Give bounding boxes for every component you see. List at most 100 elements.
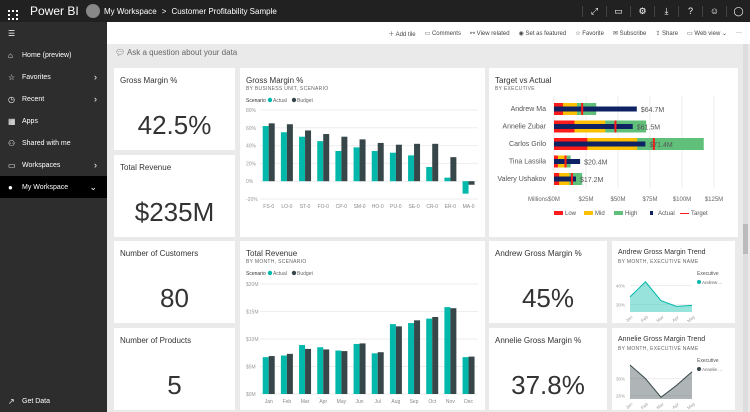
subscribe-button[interactable]: ✉ Subscribe	[613, 30, 646, 37]
bar-actual	[353, 147, 360, 182]
sidebar-item-workspaces[interactable]: ▭ Workspaces ›	[0, 154, 107, 176]
avatar[interactable]	[86, 4, 100, 18]
tile-gm-chart[interactable]: Gross Margin % BY BUSINESS UNIT, SCENARIO…	[240, 68, 485, 237]
download-icon[interactable]: ⤓	[654, 5, 678, 17]
sidebar-item-recent[interactable]: ◷ Recent ›	[0, 88, 107, 110]
qa-input[interactable]: 💬︎ Ask a question about your data	[115, 48, 237, 57]
tile-andrew-gm[interactable]: Andrew Gross Margin % 45%	[489, 241, 607, 323]
bar-budget	[468, 181, 475, 185]
chevron-down-icon[interactable]: ⌄	[89, 182, 97, 193]
x-tick-label: Jun	[356, 399, 364, 405]
x-tick-label: Nov	[446, 399, 455, 405]
y-category-label: Carlos Grilo	[509, 141, 546, 148]
bar-actual	[317, 347, 324, 394]
sidebar-item-label: Recent	[22, 95, 45, 103]
kpi-value: $235M	[134, 197, 215, 227]
sidebar-toggle[interactable]: ☰	[0, 22, 107, 44]
add-tile-button[interactable]: ＋ Add tile	[388, 29, 415, 38]
share-icon: ⚇	[8, 138, 16, 148]
scrollbar-thumb[interactable]	[743, 224, 748, 254]
x-tick-label: $100M	[673, 197, 691, 203]
breadcrumb-workspace[interactable]: My Workspace	[104, 7, 157, 16]
y-tick-label: 40%	[246, 144, 257, 150]
x-tick-label: FO-0	[318, 204, 330, 210]
sidebar-item-favorites[interactable]: ☆ Favorites ›	[0, 66, 107, 88]
favorite-button[interactable]: ☆ Favorite	[575, 30, 604, 37]
sidebar-item-my-workspace[interactable]: ● My Workspace ⌄	[0, 176, 107, 198]
bar-budget	[305, 130, 312, 182]
scrollbar[interactable]	[743, 44, 748, 412]
y-category-label: Tina Lassila	[509, 159, 546, 166]
chevron-right-icon[interactable]: ›	[94, 94, 97, 104]
waffle-icon[interactable]	[8, 10, 18, 20]
share-button[interactable]: ⇪ Share	[655, 30, 678, 37]
sidebar-item-label: Shared with me	[22, 139, 71, 147]
bar-budget	[377, 352, 384, 394]
tile-products[interactable]: Number of Products 5	[114, 328, 235, 410]
comments-button[interactable]: ▭ Comments	[425, 30, 461, 37]
y-category-label: Annelie Zubar	[502, 124, 546, 131]
y-tick-label: 0%	[246, 179, 254, 185]
chevron-right-icon[interactable]: ›	[94, 160, 97, 170]
bar-actual	[335, 350, 342, 394]
tile-total-revenue[interactable]: Total Revenue $235M	[114, 155, 235, 237]
settings-icon[interactable]: ⚙	[630, 5, 654, 17]
bar-actual	[444, 307, 451, 394]
legend-marker	[554, 211, 563, 215]
tile-customers[interactable]: Number of Customers 80	[114, 241, 235, 323]
legend-label: High	[625, 211, 637, 217]
favorite-label: Favorite	[582, 30, 604, 37]
chevron-right-icon[interactable]: ›	[94, 72, 97, 82]
help-icon[interactable]: ?	[678, 5, 702, 17]
bar-actual	[299, 345, 306, 394]
tile-annelie-gm[interactable]: Annelie Gross Margin % 37.8%	[489, 328, 607, 410]
bar-actual	[389, 152, 396, 182]
bar-actual	[371, 150, 378, 182]
sidebar-item-shared[interactable]: ⚇ Shared with me	[0, 132, 107, 154]
user-icon[interactable]: ◯	[726, 5, 750, 17]
target-marker	[570, 173, 573, 185]
get-data-button[interactable]: ↗ Get Data	[0, 390, 107, 412]
qa-icon: 💬︎	[115, 48, 126, 57]
bar-budget	[450, 157, 457, 182]
bar-actual	[389, 324, 396, 394]
x-tick-label: Feb	[640, 314, 650, 323]
x-tick-label: ER-0	[445, 204, 457, 210]
smiley-icon[interactable]: ☺	[702, 5, 726, 17]
x-tick-label: CP-0	[336, 204, 348, 210]
tile-andrew-trend[interactable]: Andrew Gross Margin Trend BY MONTH, EXECU…	[612, 241, 735, 323]
bar-budget	[359, 343, 366, 394]
kpi-value: 45%	[521, 283, 575, 313]
bar-actual	[371, 353, 378, 394]
tile-gross-margin[interactable]: Gross Margin % 42.5%	[114, 68, 235, 150]
tile-target-vs-actual[interactable]: Target vs Actual BY EXECUTIVE $0M $25M $50M $…	[489, 68, 738, 237]
hamburger-icon[interactable]: ☰	[8, 29, 22, 38]
tile-revenue-chart[interactable]: Total Revenue BY MONTH, SCENARIO Scenario A…	[240, 241, 485, 410]
web-view-button[interactable]: ▭ Web view ⌄	[687, 30, 727, 37]
target-marker	[614, 120, 617, 133]
bar-budget	[395, 326, 402, 394]
sidebar-item-label: Apps	[22, 117, 38, 125]
expand-icon[interactable]: ⤢	[582, 5, 606, 17]
view-related-button[interactable]: ⚯ View related	[470, 30, 510, 37]
tile-title: Gross Margin %	[120, 76, 178, 85]
tile-annelie-trend[interactable]: Annelie Gross Margin Trend BY MONTH, EXEC…	[612, 328, 735, 410]
sidebar-item-apps[interactable]: ▦ Apps	[0, 110, 107, 132]
set-featured-button[interactable]: ◉ Set as featured	[519, 30, 567, 37]
sidebar-item-home[interactable]: ⌂ Home (preview)	[0, 44, 107, 66]
y-tick-label: 40%	[616, 284, 625, 289]
target-marker	[564, 155, 567, 168]
legend-marker	[697, 367, 701, 371]
x-tick-label: Feb	[283, 399, 292, 405]
app-launcher[interactable]: Power BI	[0, 4, 80, 20]
x-tick-label: Jan	[265, 399, 273, 405]
legend-marker	[267, 270, 273, 276]
bar-actual	[262, 357, 269, 394]
bar-budget	[395, 144, 402, 182]
x-tick-label: PU-0	[390, 204, 402, 210]
y-tick-label: $15M	[246, 310, 259, 316]
more-button[interactable]: ···	[736, 30, 742, 36]
y-tick-label: 25%	[616, 394, 625, 399]
comment-icon[interactable]: ▭	[606, 5, 630, 17]
x-tick-label: $0M	[548, 197, 560, 203]
